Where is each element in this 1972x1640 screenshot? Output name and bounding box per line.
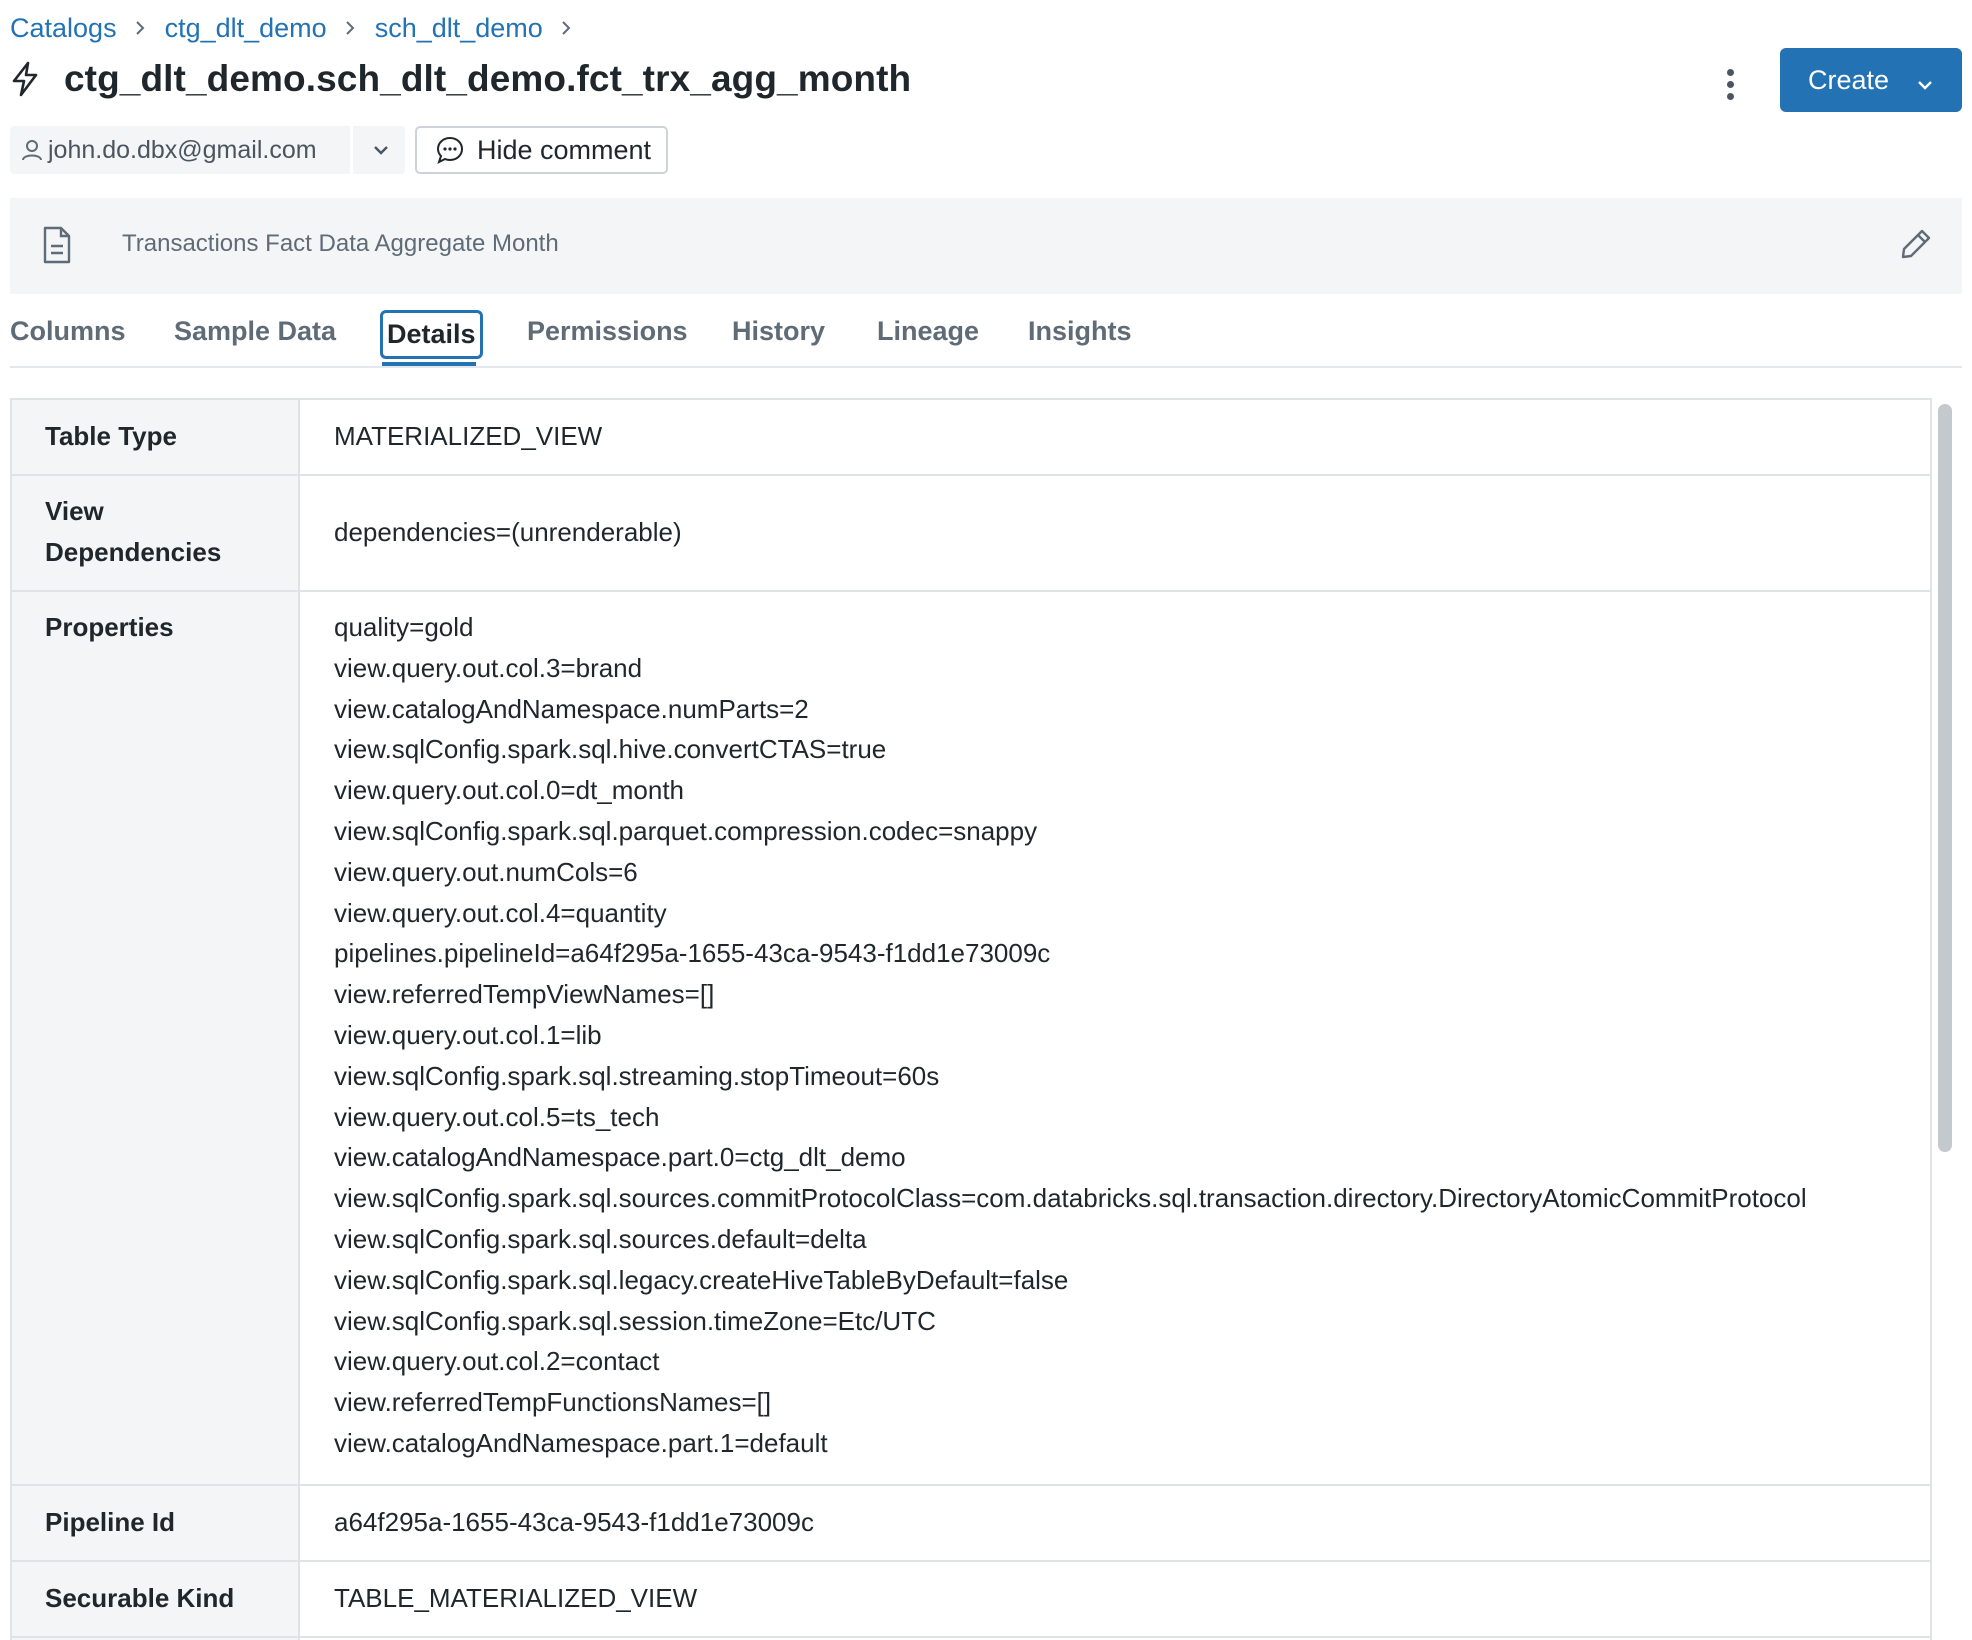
breadcrumb-schema[interactable]: sch_dlt_demo — [375, 13, 543, 44]
tab-history[interactable]: History — [732, 316, 825, 347]
row-key-line2: Dependencies — [45, 537, 222, 567]
tab-sample-data[interactable]: Sample Data — [174, 316, 336, 347]
key-cell: View Dependencies — [12, 476, 300, 590]
create-button[interactable]: Create — [1780, 48, 1962, 112]
pencil-icon[interactable] — [1900, 228, 1932, 265]
property-item: view.catalogAndNamespace.part.0=ctg_dlt_… — [334, 1142, 906, 1173]
chevron-right-icon — [344, 20, 356, 36]
tab-columns[interactable]: Columns — [10, 316, 126, 347]
row-value: MATERIALIZED_VIEW — [334, 421, 603, 451]
row-key: Securable Kind — [45, 1583, 235, 1613]
comment-panel: Transactions Fact Data Aggregate Month — [10, 198, 1962, 294]
breadcrumb-catalog[interactable]: ctg_dlt_demo — [165, 13, 327, 44]
property-item: quality=gold — [334, 612, 474, 642]
property-item: view.query.out.col.5=ts_tech — [334, 1101, 660, 1132]
property-item: view.sqlConfig.spark.sql.sources.commitP… — [334, 1183, 1807, 1214]
chevron-down-icon — [1916, 70, 1934, 101]
property-item: view.catalogAndNamespace.numParts=2 — [334, 693, 809, 724]
tab-details[interactable]: Details — [380, 310, 483, 359]
breadcrumb: Catalogs ctg_dlt_demo sch_dlt_demo — [10, 10, 591, 46]
row-value: dependencies=(unrenderable) — [334, 517, 682, 547]
table-row: Securable Kind TABLE_MATERIALIZED_VIEW — [12, 1562, 1930, 1638]
tab-insights[interactable]: Insights — [1028, 316, 1132, 347]
active-tab-indicator — [382, 362, 476, 366]
property-item: view.referredTempFunctionsNames=[] — [334, 1387, 772, 1418]
owner-selector[interactable]: john.do.dbx@gmail.com — [10, 126, 405, 174]
owner-email: john.do.dbx@gmail.com — [48, 135, 317, 164]
property-item: pipelines.pipelineId=a64f295a-1655-43ca-… — [334, 938, 1051, 969]
property-item: view.query.out.numCols=6 — [334, 856, 638, 887]
property-item: view.sqlConfig.spark.sql.hive.convertCTA… — [334, 734, 887, 765]
property-item: view.query.out.col.1=lib — [334, 1019, 602, 1050]
row-value: TABLE_MATERIALIZED_VIEW — [334, 1583, 698, 1613]
key-cell: Pipeline Id — [12, 1486, 300, 1560]
user-icon — [20, 138, 44, 162]
property-item: view.query.out.col.2=contact — [334, 1346, 660, 1377]
property-item: view.query.out.col.0=dt_month — [334, 775, 685, 806]
key-cell: Securable Kind — [12, 1562, 300, 1636]
more-options-icon[interactable] — [1712, 62, 1748, 106]
document-icon — [42, 226, 72, 269]
row-key: Properties — [45, 612, 174, 642]
details-table: Table Type MATERIALIZED_VIEW View Depend… — [10, 398, 1932, 1640]
lightning-icon — [10, 59, 42, 99]
properties-values: quality=gold view.query.out.col.3=brand vi… — [334, 607, 1807, 1464]
scrollbar-thumb[interactable] — [1938, 404, 1952, 1152]
owner-dropdown-button[interactable] — [350, 126, 408, 174]
properties-list: quality=gold view.query.out.col.3=brand vi… — [334, 607, 1807, 1464]
row-value: a64f295a-1655-43ca-9543-f1dd1e73009c — [334, 1507, 814, 1537]
property-item: view.sqlConfig.spark.sql.sources.default… — [334, 1223, 867, 1254]
property-item: view.sqlConfig.spark.sql.legacy.createHi… — [334, 1264, 1069, 1295]
property-item: view.referredTempViewNames=[] — [334, 979, 715, 1010]
row-key-line1: View — [45, 496, 104, 526]
table-row: Pipeline Id a64f295a-1655-43ca-9543-f1dd… — [12, 1486, 1930, 1562]
chevron-right-icon — [560, 20, 572, 36]
property-item: view.catalogAndNamespace.part.1=default — [334, 1427, 828, 1458]
comment-text: Transactions Fact Data Aggregate Month — [122, 230, 559, 257]
page-title: ctg_dlt_demo.sch_dlt_demo.fct_trx_agg_mo… — [64, 58, 912, 99]
table-row: View Dependencies dependencies=(unrender… — [12, 476, 1930, 592]
title-row: ctg_dlt_demo.sch_dlt_demo.fct_trx_agg_mo… — [10, 52, 911, 106]
tab-bar: Columns Sample Data Details Permissions … — [10, 310, 1962, 368]
row-key: Table Type — [45, 421, 177, 451]
chevron-down-icon — [373, 146, 388, 155]
table-details-page: Catalogs ctg_dlt_demo sch_dlt_demo ctg_d… — [0, 0, 1972, 1640]
property-item: view.sqlConfig.spark.sql.streaming.stopT… — [334, 1060, 940, 1091]
property-item: view.sqlConfig.spark.sql.parquet.compres… — [334, 815, 1038, 846]
hide-comment-button[interactable]: Hide comment — [415, 126, 668, 174]
tab-lineage[interactable]: Lineage — [877, 316, 979, 347]
tab-permissions[interactable]: Permissions — [527, 316, 688, 347]
hide-comment-label: Hide comment — [477, 134, 652, 165]
key-cell: Table Type — [12, 400, 300, 474]
property-item: view.query.out.col.4=quantity — [334, 897, 667, 928]
breadcrumb-catalogs[interactable]: Catalogs — [10, 13, 117, 44]
property-item: view.query.out.col.3=brand — [334, 652, 643, 683]
table-row: Table Type MATERIALIZED_VIEW — [12, 400, 1930, 476]
row-key: Pipeline Id — [45, 1507, 176, 1537]
comment-icon — [435, 135, 465, 165]
key-cell: Properties — [12, 592, 300, 1484]
table-row: Properties quality=gold view.query.out.co… — [12, 592, 1930, 1486]
property-item: view.sqlConfig.spark.sql.session.timeZon… — [334, 1305, 936, 1336]
create-button-label: Create — [1808, 64, 1890, 95]
chevron-right-icon — [134, 20, 146, 36]
